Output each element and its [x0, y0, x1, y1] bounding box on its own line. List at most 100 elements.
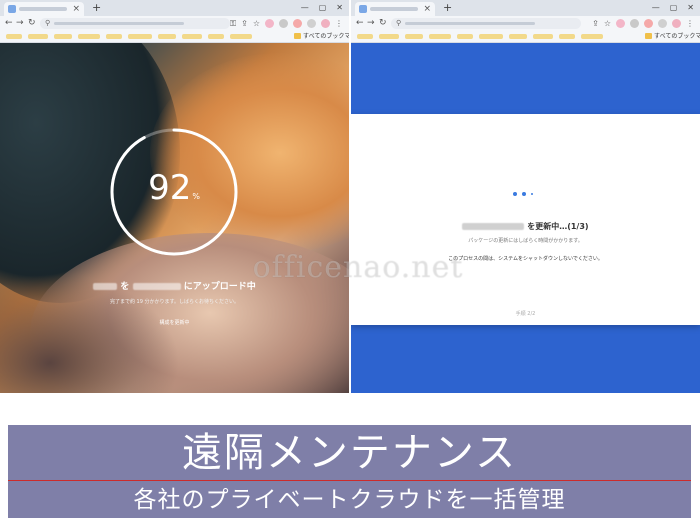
back-arrow-icon[interactable]: ← — [5, 18, 13, 29]
upload-title-particle: を — [120, 282, 130, 292]
forward-arrow-icon[interactable]: → — [367, 18, 375, 29]
window-controls: — ▢ ✕ — [301, 2, 343, 14]
loading-dot — [513, 192, 517, 196]
all-bookmarks-link[interactable]: すべてのブックマーク — [654, 32, 700, 41]
all-bookmarks-link[interactable]: すべてのブックマーク — [303, 32, 349, 41]
extension-icon[interactable] — [630, 19, 639, 28]
profile-avatar[interactable] — [672, 19, 681, 28]
address-bar[interactable]: ⚲ — [391, 18, 581, 29]
back-arrow-icon[interactable]: ← — [356, 18, 364, 29]
bookmark-folder-icon — [294, 33, 301, 39]
browser-toolbar: ← → ↻ ⚲ ⇪ ☆ ⋮ — [351, 16, 700, 31]
bookmark-item[interactable] — [559, 34, 575, 39]
bookmark-folder-icon — [645, 33, 652, 39]
upload-status-text: 構成を更新中 — [159, 320, 190, 326]
update-card: を更新中…(1/3) パッケージの更新にはしばらく時間がかかります。 このプロセ… — [351, 114, 700, 325]
tab-close-icon[interactable]: × — [72, 3, 80, 15]
url-redacted — [405, 22, 535, 25]
update-info-text: パッケージの更新にはしばらく時間がかかります。 — [468, 238, 583, 244]
redacted-text — [462, 223, 525, 230]
bookmark-item[interactable] — [457, 34, 473, 39]
reload-icon[interactable]: ↻ — [379, 18, 387, 29]
bookmark-item[interactable] — [509, 34, 527, 39]
profile-avatar[interactable] — [321, 19, 330, 28]
extension-icon[interactable] — [658, 19, 667, 28]
extension-icon[interactable] — [616, 19, 625, 28]
tab-strip: × + — ▢ ✕ — [351, 0, 700, 16]
minimize-icon[interactable]: — — [652, 2, 660, 14]
progress-unit: % — [192, 192, 200, 201]
extension-icon[interactable] — [293, 19, 302, 28]
tab-favicon-icon — [359, 5, 367, 13]
star-icon[interactable]: ☆ — [253, 18, 260, 29]
site-info-icon[interactable]: ⚲ — [45, 19, 50, 28]
tab-close-icon[interactable]: × — [423, 3, 431, 15]
url-redacted — [54, 22, 184, 25]
forward-arrow-icon[interactable]: → — [16, 18, 24, 29]
address-bar[interactable]: ⚲ — [40, 18, 230, 29]
bookmark-item[interactable] — [78, 34, 100, 39]
browser-window-left: × + — ▢ ✕ ← → ↻ ⚲ ⚿ ⇪ ☆ ⋮ すべてのブックマ 92% を… — [0, 0, 349, 393]
bookmark-item[interactable] — [208, 34, 224, 39]
toolbar-icons: ⚿ ⇪ ☆ ⋮ — [230, 18, 343, 29]
browser-tab[interactable]: × — [355, 2, 435, 16]
maximize-icon[interactable]: ▢ — [670, 2, 678, 14]
bookmark-item[interactable] — [357, 34, 373, 39]
banner-divider — [8, 480, 691, 481]
toolbar-icons: ⇪ ☆ ⋮ — [592, 18, 694, 29]
banner-subtitle: 各社のプライベートクラウドを一括管理 — [133, 487, 566, 513]
bookmark-item[interactable] — [182, 34, 202, 39]
bookmarks-bar: すべてのブックマーク — [351, 31, 700, 43]
bookmark-item[interactable] — [479, 34, 503, 39]
maximize-icon[interactable]: ▢ — [319, 2, 327, 14]
site-watermark: officenao.net — [252, 250, 464, 285]
close-window-icon[interactable]: ✕ — [336, 2, 343, 14]
menu-kebab-icon[interactable]: ⋮ — [686, 18, 694, 29]
bookmarks-bar: すべてのブックマーク — [0, 31, 349, 43]
star-icon[interactable]: ☆ — [604, 18, 611, 29]
bookmark-item[interactable] — [429, 34, 451, 39]
bookmark-item[interactable] — [106, 34, 122, 39]
caption-banner: 遠隔メンテナンス 各社のプライベートクラウドを一括管理 — [8, 425, 691, 518]
lock-icon[interactable]: ⚲ — [396, 19, 401, 28]
tab-title-redacted — [370, 7, 418, 11]
reload-icon[interactable]: ↻ — [28, 18, 36, 29]
loading-dot — [531, 193, 533, 195]
new-tab-button[interactable]: + — [92, 1, 101, 15]
browser-window-right: × + — ▢ ✕ ← → ↻ ⚲ ⇪ ☆ ⋮ すべてのブックマ を更新中…(1… — [351, 0, 700, 393]
window-controls: — ▢ ✕ — [652, 2, 694, 14]
redacted-text — [132, 283, 181, 290]
bookmark-item[interactable] — [6, 34, 22, 39]
share-icon[interactable]: ⇪ — [241, 18, 248, 29]
extension-icon[interactable] — [307, 19, 316, 28]
key-icon[interactable]: ⚿ — [230, 18, 236, 29]
upload-eta-text: 完了まで約 19 分かかります。しばらくお待ちください。 — [109, 299, 240, 305]
update-title-text: を更新中…(1/3) — [527, 222, 589, 231]
bookmark-item[interactable] — [158, 34, 176, 39]
bookmark-item[interactable] — [581, 34, 603, 39]
extension-icon[interactable] — [279, 19, 288, 28]
extension-icon[interactable] — [644, 19, 653, 28]
close-window-icon[interactable]: ✕ — [687, 2, 694, 14]
update-step-counter: 手順 2/2 — [515, 311, 536, 317]
extension-icon[interactable] — [265, 19, 274, 28]
new-tab-button[interactable]: + — [443, 1, 452, 15]
menu-kebab-icon[interactable]: ⋮ — [335, 18, 343, 29]
browser-toolbar: ← → ↻ ⚲ ⚿ ⇪ ☆ ⋮ — [0, 16, 349, 31]
banner-title: 遠隔メンテナンス — [181, 430, 518, 476]
bookmark-item[interactable] — [28, 34, 48, 39]
bookmark-item[interactable] — [230, 34, 252, 39]
share-icon[interactable]: ⇪ — [592, 18, 599, 29]
redacted-text — [93, 283, 118, 290]
bookmark-item[interactable] — [405, 34, 423, 39]
minimize-icon[interactable]: — — [301, 2, 309, 14]
bookmark-item[interactable] — [54, 34, 72, 39]
loading-dot — [522, 192, 526, 196]
bookmark-item[interactable] — [128, 34, 152, 39]
browser-tab[interactable]: × — [4, 2, 84, 16]
bookmark-item[interactable] — [533, 34, 553, 39]
upload-progress-page: 92% を にアップロード中 完了まで約 19 分かかります。しばらくお待ちくだ… — [0, 43, 349, 393]
bookmark-item[interactable] — [379, 34, 399, 39]
tab-favicon-icon — [8, 5, 16, 13]
system-update-page: を更新中…(1/3) パッケージの更新にはしばらく時間がかかります。 このプロセ… — [351, 43, 700, 393]
